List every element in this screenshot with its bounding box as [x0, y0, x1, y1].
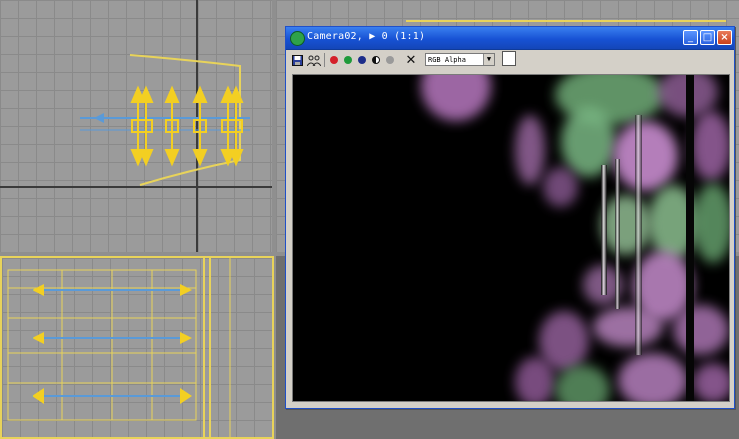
render-toolbar: ✕ RGB Alpha ▼ — [286, 50, 734, 70]
toolbar-separator — [324, 53, 325, 67]
render-pillar — [601, 165, 607, 295]
save-icon[interactable] — [292, 53, 303, 67]
render-highlight — [593, 307, 663, 347]
mono-icon[interactable] — [385, 53, 395, 67]
channel-dropdown-value: RGB Alpha — [428, 56, 466, 64]
render-highlight — [515, 357, 555, 401]
render-highlight — [561, 107, 616, 177]
minimize-button[interactable]: _ — [683, 30, 698, 45]
close-button[interactable]: × — [717, 30, 732, 45]
camera-rig-top-wireframe[interactable] — [0, 0, 272, 252]
render-pillar — [635, 115, 642, 355]
render-highlight — [618, 353, 688, 401]
title-bar[interactable]: Camera02, ▶ 0 (1:1) _ □ × — [286, 27, 734, 50]
render-pillar — [615, 159, 620, 309]
alpha-channel-icon[interactable] — [371, 53, 381, 67]
render-highlight — [543, 167, 578, 207]
maximize-button[interactable]: □ — [700, 30, 715, 45]
render-highlight — [691, 111, 729, 181]
render-highlight — [693, 183, 729, 263]
viewport-top[interactable] — [0, 0, 272, 252]
render-highlight — [515, 115, 545, 185]
render-pillar-dark — [686, 75, 694, 401]
red-channel-icon[interactable] — [329, 53, 339, 67]
window-title: Camera02, ▶ 0 (1:1) — [307, 31, 426, 42]
app-icon — [290, 31, 305, 46]
chevron-down-icon[interactable]: ▼ — [483, 54, 494, 65]
render-highlight — [673, 305, 729, 355]
blue-channel-icon[interactable] — [357, 53, 367, 67]
clear-icon[interactable]: ✕ — [404, 53, 418, 68]
camera-rig-front-wireframe[interactable] — [2, 258, 272, 437]
clone-icon[interactable] — [307, 53, 321, 67]
viewport-front[interactable] — [0, 256, 274, 439]
render-highlight — [601, 195, 651, 255]
render-highlight — [555, 365, 610, 401]
channel-dropdown[interactable]: RGB Alpha ▼ — [425, 53, 495, 66]
color-swatch[interactable] — [502, 51, 516, 66]
render-frame-window[interactable]: Camera02, ▶ 0 (1:1) _ □ × ✕ RGB Alpha ▼ — [285, 26, 735, 409]
selection-line — [406, 20, 726, 22]
render-highlight — [421, 75, 491, 121]
green-channel-icon[interactable] — [343, 53, 353, 67]
render-highlight — [613, 121, 678, 191]
rendered-image — [292, 74, 730, 402]
render-highlight — [693, 363, 729, 401]
